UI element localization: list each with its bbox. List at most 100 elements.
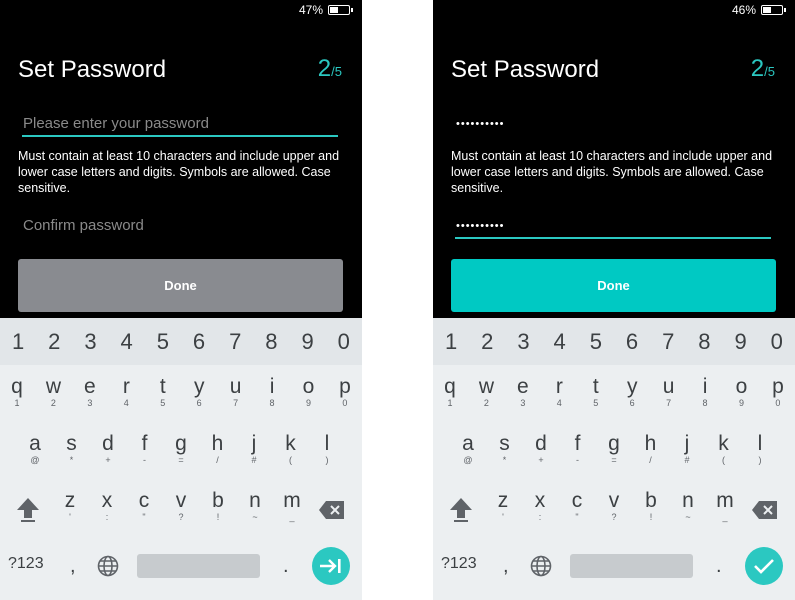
number-key[interactable]: 8 (686, 329, 722, 355)
key-letter: q (11, 375, 23, 398)
letter-key[interactable]: s * (490, 433, 520, 466)
letter-key[interactable]: w2 (471, 376, 501, 409)
shift-icon[interactable] (12, 493, 44, 527)
letter-key[interactable]: r4 (111, 376, 141, 409)
letter-key[interactable]: o9 (727, 376, 757, 409)
letter-key[interactable]: d + (93, 433, 123, 466)
letter-key[interactable]: d + (526, 433, 556, 466)
letter-key[interactable]: k( (709, 433, 739, 466)
letter-key[interactable]: k( (276, 433, 306, 466)
number-key[interactable]: 6 (181, 329, 217, 355)
number-key[interactable]: 0 (326, 329, 362, 355)
space-key[interactable] (570, 554, 693, 578)
letter-key[interactable]: v? (599, 490, 629, 523)
globe-icon[interactable] (96, 554, 120, 578)
letter-key[interactable]: n ~ (673, 490, 703, 523)
backspace-icon[interactable] (749, 498, 781, 522)
letter-key[interactable]: a @ (453, 433, 483, 466)
number-key[interactable]: 1 (433, 329, 469, 355)
comma-key[interactable]: , (503, 555, 509, 578)
letter-key[interactable]: l) (312, 433, 342, 466)
space-key[interactable] (137, 554, 260, 578)
letter-key[interactable]: p0 (763, 376, 793, 409)
symbols-key[interactable]: ?123 (8, 555, 44, 573)
letter-key[interactable]: y6 (617, 376, 647, 409)
key-secondary: @ (463, 455, 473, 465)
number-key[interactable]: 4 (109, 329, 145, 355)
letter-key[interactable]: s * (57, 433, 87, 466)
number-key[interactable]: 0 (759, 329, 795, 355)
letter-key[interactable]: y6 (184, 376, 214, 409)
confirm-password-input[interactable]: •••••••••• (455, 209, 771, 239)
letter-key[interactable]: a @ (20, 433, 50, 466)
number-key[interactable]: 7 (650, 329, 686, 355)
backspace-icon[interactable] (316, 498, 348, 522)
letter-key[interactable]: t5 (581, 376, 611, 409)
letter-key[interactable]: e3 (508, 376, 538, 409)
number-key[interactable]: 2 (36, 329, 72, 355)
letter-key[interactable]: c " (562, 490, 592, 523)
letter-key[interactable]: v? (166, 490, 196, 523)
done-button[interactable]: Done (451, 259, 776, 312)
letter-key[interactable]: f- (130, 433, 160, 466)
letter-key[interactable]: g = (599, 433, 629, 466)
period-key[interactable]: . (283, 555, 289, 578)
confirm-password-input[interactable]: Confirm password (22, 209, 338, 239)
letter-key[interactable]: n ~ (240, 490, 270, 523)
letter-key[interactable]: r4 (544, 376, 574, 409)
done-enter-button[interactable] (745, 547, 783, 585)
letter-key[interactable]: m _ (277, 490, 307, 523)
letter-key[interactable]: j # (239, 433, 269, 466)
number-key[interactable]: 9 (290, 329, 326, 355)
letter-key[interactable]: x: (525, 490, 555, 523)
letter-key[interactable]: f- (563, 433, 593, 466)
letter-key[interactable]: b! (203, 490, 233, 523)
number-key[interactable]: 4 (542, 329, 578, 355)
letter-key[interactable]: j # (672, 433, 702, 466)
globe-icon[interactable] (529, 554, 553, 578)
number-key[interactable]: 5 (145, 329, 181, 355)
letter-key[interactable]: z ' (488, 490, 518, 523)
letter-key[interactable]: e3 (75, 376, 105, 409)
letter-key[interactable]: p0 (330, 376, 360, 409)
letter-key[interactable]: u7 (221, 376, 251, 409)
number-key[interactable]: 6 (614, 329, 650, 355)
done-button[interactable]: Done (18, 259, 343, 312)
number-key[interactable]: 3 (505, 329, 541, 355)
letter-key[interactable]: c " (129, 490, 159, 523)
key-secondary: 2 (483, 398, 489, 408)
letter-key[interactable]: i8 (257, 376, 287, 409)
comma-key[interactable]: , (70, 555, 76, 578)
number-key[interactable]: 7 (217, 329, 253, 355)
letter-key[interactable]: w2 (38, 376, 68, 409)
letter-key[interactable]: o9 (294, 376, 324, 409)
shift-icon[interactable] (445, 493, 477, 527)
letter-key[interactable]: l) (745, 433, 775, 466)
number-key[interactable]: 2 (469, 329, 505, 355)
letter-key[interactable]: x: (92, 490, 122, 523)
next-field-button[interactable] (312, 547, 350, 585)
letter-key[interactable]: u7 (654, 376, 684, 409)
symbols-key[interactable]: ?123 (441, 555, 477, 573)
key-secondary: 4 (123, 398, 129, 408)
period-key[interactable]: . (716, 555, 722, 578)
letter-key[interactable]: i8 (690, 376, 720, 409)
letter-key[interactable]: q1 (2, 375, 32, 409)
number-key[interactable]: 3 (72, 329, 108, 355)
letter-key[interactable]: h / (636, 433, 666, 466)
key-secondary: 9 (305, 398, 311, 408)
number-key[interactable]: 1 (0, 329, 36, 355)
letter-key[interactable]: t5 (148, 376, 178, 409)
number-key[interactable]: 8 (253, 329, 289, 355)
letter-key[interactable]: q1 (435, 376, 465, 409)
password-input[interactable]: Please enter your password (22, 107, 338, 137)
letter-key[interactable]: h / (203, 433, 233, 466)
letter-key[interactable]: g = (166, 433, 196, 466)
letter-key[interactable]: z ' (55, 490, 85, 523)
number-key[interactable]: 9 (723, 329, 759, 355)
key-secondary: * (502, 455, 507, 465)
password-input[interactable]: •••••••••• (455, 107, 771, 137)
letter-key[interactable]: m _ (710, 490, 740, 523)
letter-key[interactable]: b! (636, 490, 666, 523)
number-key[interactable]: 5 (578, 329, 614, 355)
